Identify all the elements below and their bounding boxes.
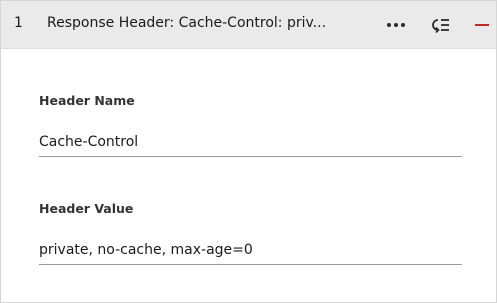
rule-title[interactable]: Response Header: Cache-Control: priv...	[47, 15, 357, 31]
header-name-input[interactable]	[39, 127, 462, 157]
rule-index: 1	[14, 15, 23, 31]
remove-rule-button[interactable]	[471, 13, 493, 37]
reorder-icon	[432, 19, 449, 33]
more-options-button[interactable]	[384, 13, 408, 37]
header-name-label: Header Name	[39, 93, 135, 108]
minus-icon	[475, 24, 489, 26]
reorder-button[interactable]	[428, 13, 452, 37]
more-horizontal-icon	[387, 23, 405, 27]
rule-header[interactable]: 1 Response Header: Cache-Control: priv..…	[1, 1, 496, 49]
header-value-input[interactable]	[39, 235, 462, 265]
header-value-label: Header Value	[39, 201, 134, 216]
rule-panel: 1 Response Header: Cache-Control: priv..…	[0, 0, 497, 303]
